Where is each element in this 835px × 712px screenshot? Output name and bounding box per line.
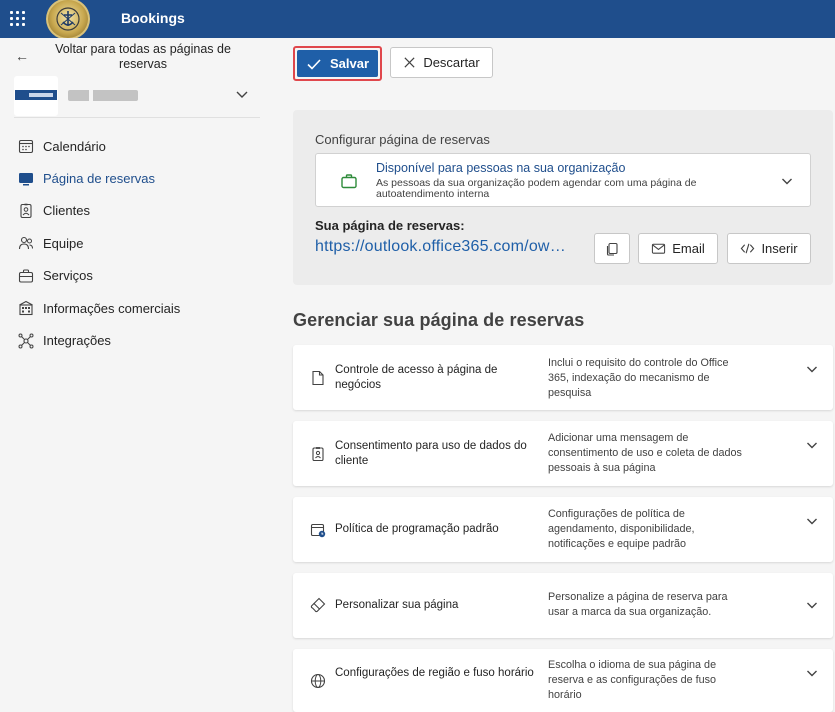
embed-code-button[interactable]: Inserir bbox=[727, 233, 811, 264]
sidebar-item-label: Integrações bbox=[43, 333, 111, 349]
monitor-icon bbox=[19, 172, 33, 186]
business-name-redacted bbox=[68, 90, 138, 101]
app-launcher-icon[interactable] bbox=[10, 11, 25, 26]
back-to-booking-pages-link[interactable]: Voltar para todas as páginas de reservas bbox=[48, 42, 238, 72]
booking-url-label: Sua página de reservas: bbox=[315, 218, 465, 233]
business-logo bbox=[14, 76, 58, 116]
briefcase-icon bbox=[18, 269, 34, 283]
accordion-data-consent[interactable]: Consentimento para uso de dados do clien… bbox=[293, 421, 833, 486]
chevron-down-icon[interactable] bbox=[805, 362, 819, 376]
close-icon bbox=[404, 57, 415, 68]
embed-button-label: Inserir bbox=[761, 241, 798, 256]
mail-icon bbox=[652, 243, 666, 254]
sidebar-item-booking-page[interactable]: Página de reservas bbox=[0, 162, 270, 194]
email-link-button[interactable]: Email bbox=[638, 233, 718, 264]
chevron-down-icon[interactable] bbox=[805, 438, 819, 452]
accordion-access-control[interactable]: Controle de acesso à página de negócios … bbox=[293, 345, 833, 410]
people-icon bbox=[18, 237, 33, 250]
building-icon bbox=[19, 301, 33, 316]
accordion-description: Personalize a página de reserva para usa… bbox=[548, 591, 728, 618]
sidebar-item-services[interactable]: Serviços bbox=[0, 260, 270, 292]
clipboard-person-icon bbox=[312, 447, 324, 462]
discard-button[interactable]: Descartar bbox=[390, 47, 493, 78]
chevron-down-icon[interactable] bbox=[780, 174, 794, 188]
config-card-title: Configurar página de reservas bbox=[315, 132, 490, 147]
chevron-down-icon[interactable] bbox=[805, 598, 819, 612]
accordion-title: Configurações de região e fuso horário bbox=[335, 667, 534, 679]
chevron-down-icon[interactable] bbox=[805, 514, 819, 528]
save-button[interactable]: Salvar bbox=[293, 46, 382, 81]
main-content: Salvar Descartar Configurar página de re… bbox=[270, 38, 835, 712]
app-header: Bookings bbox=[0, 0, 835, 40]
chevron-down-icon[interactable] bbox=[805, 666, 819, 680]
calendar-clock-icon bbox=[310, 523, 326, 538]
email-button-label: Email bbox=[672, 241, 705, 256]
manage-section-heading: Gerenciar sua página de reservas bbox=[293, 310, 585, 330]
sidebar-item-label: Equipe bbox=[43, 235, 84, 251]
globe-icon bbox=[310, 673, 326, 689]
sidebar-item-clients[interactable]: Clientes bbox=[0, 195, 270, 227]
accordion-customize-page[interactable]: Personalizar sua página Personalize a pá… bbox=[293, 573, 833, 638]
sidebar-item-label: Calendário bbox=[43, 138, 106, 154]
sidebar-item-business-info[interactable]: Informações comerciais bbox=[0, 292, 270, 324]
visibility-description: As pessoas da sua organização podem agen… bbox=[376, 177, 697, 200]
business-selector[interactable] bbox=[14, 74, 260, 118]
sidebar-item-label: Clientes bbox=[43, 203, 90, 219]
checkmark-icon bbox=[307, 58, 321, 70]
discard-button-label: Descartar bbox=[423, 55, 480, 70]
accordion-description: Inclui o requisito do controle do Office… bbox=[548, 357, 729, 399]
app-title: Bookings bbox=[121, 10, 185, 26]
sidebar-item-label: Serviços bbox=[43, 268, 93, 284]
save-button-label: Salvar bbox=[329, 56, 370, 71]
anchor-emblem-icon bbox=[56, 7, 80, 31]
contact-card-icon bbox=[20, 203, 32, 219]
save-button-face[interactable]: Salvar bbox=[297, 50, 378, 77]
sidebar-item-calendar[interactable]: Calendário bbox=[0, 130, 270, 162]
accordion-description: Adicionar uma mensagem de consentimento … bbox=[548, 432, 742, 474]
code-icon bbox=[741, 243, 755, 254]
booking-page-config-card: Configurar página de reservas Disponível… bbox=[293, 110, 833, 285]
accordion-title: Política de programação padrão bbox=[335, 523, 499, 535]
sidebar-item-integrations[interactable]: Integrações bbox=[0, 324, 270, 356]
copy-icon bbox=[606, 242, 618, 256]
sidebar-item-label: Informações comerciais bbox=[43, 300, 181, 316]
visibility-title: Disponível para pessoas na sua organizaç… bbox=[376, 161, 626, 175]
sidebar-item-team[interactable]: Equipe bbox=[0, 227, 270, 259]
visibility-dropdown[interactable]: Disponível para pessoas na sua organizaç… bbox=[315, 153, 811, 207]
back-arrow-icon[interactable]: ← bbox=[15, 48, 29, 64]
accordion-title: Consentimento para uso de dados do clien… bbox=[335, 440, 527, 467]
accordion-scheduling-policy[interactable]: Política de programação padrão Configura… bbox=[293, 497, 833, 562]
chevron-down-icon[interactable] bbox=[234, 86, 250, 102]
sidebar-item-label: Página de reservas bbox=[43, 171, 156, 187]
sidebar-nav: Calendário Página de reservas Clientes E… bbox=[0, 130, 270, 357]
booking-url-link[interactable]: https://outlook.office365.com/owa/calend… bbox=[315, 238, 571, 256]
copy-url-button[interactable] bbox=[594, 233, 630, 264]
accordion-description: Configurações de política de agendamento… bbox=[548, 508, 695, 550]
accordion-title: Personalizar sua página bbox=[335, 599, 459, 611]
network-icon bbox=[18, 333, 34, 349]
accordion-region-timezone[interactable]: Configurações de região e fuso horário E… bbox=[293, 649, 833, 712]
page-icon bbox=[312, 370, 324, 386]
sidebar: ← Voltar para todas as páginas de reserv… bbox=[0, 38, 270, 712]
briefcase-icon bbox=[341, 174, 357, 189]
paint-brush-icon bbox=[310, 597, 326, 613]
accordion-title: Controle de acesso à página de negócios bbox=[335, 364, 498, 391]
accordion-description: Escolha o idioma de sua página de reserv… bbox=[548, 659, 717, 701]
organization-logo bbox=[46, 0, 90, 40]
calendar-icon bbox=[18, 140, 34, 154]
